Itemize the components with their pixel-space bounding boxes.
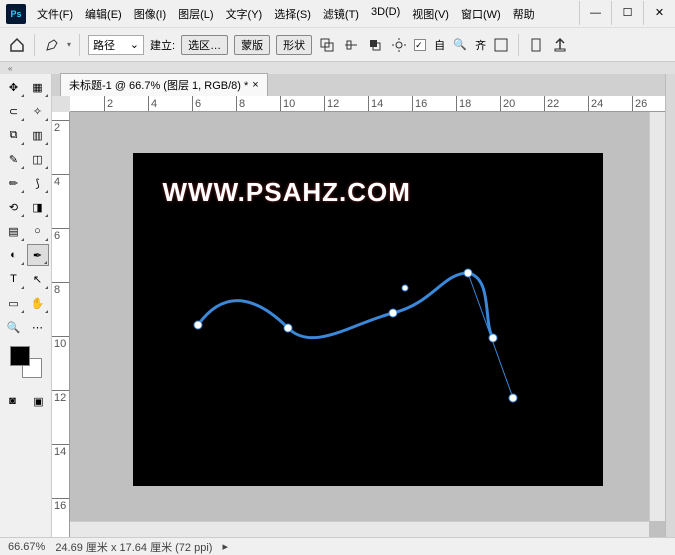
- foreground-color[interactable]: [10, 346, 30, 366]
- path-ops-icon[interactable]: [318, 36, 336, 54]
- history-brush-tool[interactable]: ⟲: [3, 196, 25, 218]
- menu-help[interactable]: 帮助: [508, 2, 540, 26]
- overlay-icon[interactable]: [492, 36, 510, 54]
- panel-dock[interactable]: [665, 74, 675, 537]
- menu-window[interactable]: 窗口(W): [456, 2, 506, 26]
- minimize-button[interactable]: —: [579, 1, 611, 25]
- canvas[interactable]: WWW.PSAHZ.COM: [133, 153, 603, 486]
- maximize-button[interactable]: ☐: [611, 1, 643, 25]
- move-tool[interactable]: ✥: [3, 76, 25, 98]
- close-button[interactable]: ✕: [643, 1, 675, 25]
- make-label: 建立:: [150, 37, 175, 53]
- gradient-tool[interactable]: ▤: [3, 220, 25, 242]
- clipboard-icon[interactable]: [527, 36, 545, 54]
- quick-mask-standard[interactable]: ◙: [2, 390, 24, 412]
- tab-bar: 未标题-1 @ 66.7% (图层 1, RGB/8) * ×: [52, 74, 665, 96]
- menu-filter[interactable]: 滤镜(T): [318, 2, 364, 26]
- menu-type[interactable]: 文字(Y): [221, 2, 268, 26]
- tab-title: 未标题-1 @ 66.7% (图层 1, RGB/8) *: [69, 77, 248, 93]
- auto-add-label: 自: [434, 37, 445, 53]
- dodge-tool[interactable]: ◐: [3, 244, 25, 266]
- artboard-tool[interactable]: ▦: [27, 76, 49, 98]
- tab-close-icon[interactable]: ×: [252, 79, 258, 91]
- blur-tool[interactable]: ○: [27, 220, 49, 242]
- vertical-ruler[interactable]: 246810121416: [52, 112, 70, 537]
- handle-point[interactable]: [402, 285, 408, 291]
- zoom-fit-icon[interactable]: 🔍: [451, 36, 469, 54]
- rectangle-tool[interactable]: ▭: [3, 292, 25, 314]
- handle-point[interactable]: [509, 394, 517, 402]
- anchor-point[interactable]: [284, 324, 292, 332]
- anchor-point[interactable]: [389, 309, 397, 317]
- pen-tool[interactable]: ✒: [27, 244, 49, 266]
- title-bar: Ps 文件(F) 编辑(E) 图像(I) 图层(L) 文字(Y) 选择(S) 滤…: [0, 0, 675, 28]
- zoom-level[interactable]: 66.67%: [8, 541, 45, 553]
- app-logo: Ps: [6, 4, 26, 24]
- share-icon[interactable]: [551, 36, 569, 54]
- eraser-tool[interactable]: ◨: [27, 196, 49, 218]
- options-bar: ▾ 路径 ⌄ 建立: 选区… 蒙版 形状 自 🔍 齐: [0, 28, 675, 62]
- horizontal-ruler[interactable]: 02468101214161820222426: [70, 96, 665, 112]
- settings-gear-icon[interactable]: [390, 36, 408, 54]
- menu-layer[interactable]: 图层(L): [173, 2, 218, 26]
- make-mask-button[interactable]: 蒙版: [234, 35, 270, 55]
- menu-3d[interactable]: 3D(D): [366, 2, 405, 26]
- menu-select[interactable]: 选择(S): [269, 2, 316, 26]
- tool-mode-label: 路径: [93, 37, 115, 53]
- status-arrow-icon[interactable]: ▸: [222, 540, 228, 553]
- document-tab[interactable]: 未标题-1 @ 66.7% (图层 1, RGB/8) * ×: [60, 73, 268, 96]
- make-shape-button[interactable]: 形状: [276, 35, 312, 55]
- path-align-icon[interactable]: [342, 36, 360, 54]
- chevron-down-icon: ⌄: [130, 38, 139, 51]
- menu-view[interactable]: 视图(V): [407, 2, 454, 26]
- document-dimensions[interactable]: 24.69 厘米 x 17.64 厘米 (72 ppi): [55, 539, 212, 555]
- brush-tool[interactable]: ✏: [3, 172, 25, 194]
- document-area: 未标题-1 @ 66.7% (图层 1, RGB/8) * × 02468101…: [52, 74, 665, 537]
- path-overlay: [133, 153, 603, 486]
- type-tool[interactable]: T: [3, 268, 25, 290]
- lasso-tool[interactable]: ⊂: [3, 100, 25, 122]
- auto-add-checkbox[interactable]: [414, 39, 426, 51]
- menu-bar: 文件(F) 编辑(E) 图像(I) 图层(L) 文字(Y) 选择(S) 滤镜(T…: [32, 2, 579, 26]
- path-arrange-icon[interactable]: [366, 36, 384, 54]
- anchor-point[interactable]: [489, 334, 497, 342]
- menu-file[interactable]: 文件(F): [32, 2, 78, 26]
- pen-tool-icon[interactable]: [43, 36, 61, 54]
- bezier-path[interactable]: [198, 273, 493, 338]
- toolbox: ✥ ▦ ⊂ ✧ ⧉ ▥ ✎ ◫ ✏ ⟆ ⟲ ◨ ▤ ○ ◐ ✒ T ↖ ▭ ✋ …: [0, 74, 52, 537]
- quick-mask-mode[interactable]: ▣: [28, 390, 50, 412]
- align-edges-label: 齐: [475, 37, 486, 53]
- eyedropper-tool[interactable]: ✎: [3, 148, 25, 170]
- tool-mode-dropdown[interactable]: 路径 ⌄: [88, 35, 144, 55]
- menu-image[interactable]: 图像(I): [129, 2, 171, 26]
- horizontal-scrollbar[interactable]: [70, 521, 649, 537]
- vertical-scrollbar[interactable]: [649, 112, 665, 521]
- anchor-point[interactable]: [194, 321, 202, 329]
- hand-tool[interactable]: ✋: [27, 292, 49, 314]
- edit-toolbar[interactable]: ⋯: [27, 316, 49, 338]
- color-swatches[interactable]: [10, 346, 42, 378]
- menu-edit[interactable]: 编辑(E): [80, 2, 127, 26]
- crop-tool[interactable]: ⧉: [3, 124, 25, 146]
- make-selection-button[interactable]: 选区…: [181, 35, 228, 55]
- status-bar: 66.67% 24.69 厘米 x 17.64 厘米 (72 ppi) ▸: [0, 537, 675, 555]
- home-icon[interactable]: [8, 36, 26, 54]
- patch-tool[interactable]: ◫: [27, 148, 49, 170]
- path-select-tool[interactable]: ↖: [27, 268, 49, 290]
- window-controls: — ☐ ✕: [579, 3, 675, 25]
- magic-wand-tool[interactable]: ✧: [27, 100, 49, 122]
- anchor-point[interactable]: [464, 269, 472, 277]
- canvas-viewport[interactable]: WWW.PSAHZ.COM: [70, 112, 665, 537]
- slice-tool[interactable]: ▥: [27, 124, 49, 146]
- work-area: ✥ ▦ ⊂ ✧ ⧉ ▥ ✎ ◫ ✏ ⟆ ⟲ ◨ ▤ ○ ◐ ✒ T ↖ ▭ ✋ …: [0, 74, 675, 537]
- zoom-tool[interactable]: 🔍: [3, 316, 25, 338]
- stamp-tool[interactable]: ⟆: [27, 172, 49, 194]
